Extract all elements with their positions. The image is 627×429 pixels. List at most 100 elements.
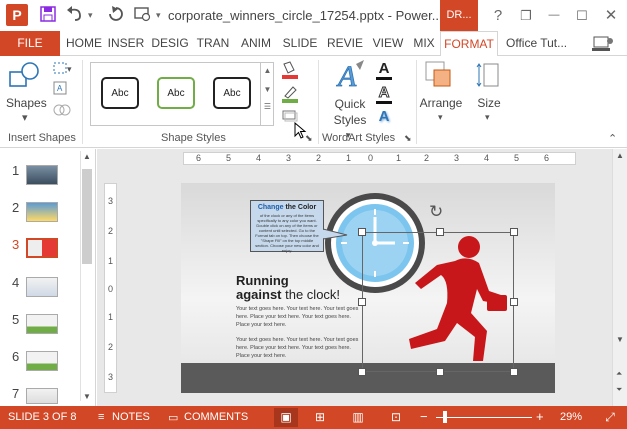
minimize-button[interactable]: — bbox=[540, 0, 568, 31]
ribbon-display-button[interactable]: ❐ bbox=[512, 0, 540, 31]
shape-style-3[interactable]: Abc bbox=[213, 77, 251, 109]
slide-thumbnail-4[interactable] bbox=[26, 277, 58, 297]
scroll-up-icon[interactable]: ▲ bbox=[616, 151, 624, 160]
tab-transitions[interactable]: TRAN bbox=[194, 31, 232, 56]
gallery-more-icon[interactable]: ☰ bbox=[261, 102, 274, 111]
shapes-button[interactable]: Shapes bbox=[6, 96, 47, 110]
edit-shape-icon[interactable]: ▾ bbox=[52, 60, 74, 79]
tab-office-tutorials[interactable]: Office Tut... bbox=[506, 31, 567, 56]
redo-icon[interactable] bbox=[108, 6, 124, 24]
thumbnail-scroll-thumb[interactable] bbox=[82, 169, 92, 264]
size-icon[interactable] bbox=[476, 60, 504, 93]
slide-thumbnail-7[interactable] bbox=[26, 388, 58, 404]
ruler-tick: 6 bbox=[196, 153, 202, 163]
tab-file[interactable]: FILE bbox=[0, 31, 60, 56]
shape-style-1[interactable]: Abc bbox=[101, 77, 139, 109]
text-outline-button[interactable]: A bbox=[372, 85, 396, 104]
shape-outline-icon[interactable] bbox=[280, 84, 302, 107]
quick-styles-button[interactable]: Quick Styles bbox=[328, 96, 372, 128]
callout-body: of the clock or any of the items specifi… bbox=[255, 213, 319, 253]
comments-icon[interactable]: ▭ bbox=[168, 411, 178, 424]
next-slide-icon[interactable]: ⏷ bbox=[616, 385, 622, 395]
quick-styles-icon[interactable]: A bbox=[334, 58, 368, 95]
resize-handle-right[interactable] bbox=[510, 298, 518, 306]
tab-design[interactable]: DESIG bbox=[150, 31, 190, 56]
status-bar: SLIDE 3 OF 8 ≡ NOTES ▭ COMMENTS ▣ ⊞ ▥ ⊡ … bbox=[0, 406, 627, 429]
rotate-handle-icon[interactable]: ↻ bbox=[429, 202, 443, 222]
zoom-slider-knob[interactable] bbox=[443, 411, 447, 423]
comments-button[interactable]: COMMENTS bbox=[184, 411, 248, 423]
slide-thumbnail-6[interactable] bbox=[26, 351, 58, 371]
account-icon[interactable] bbox=[592, 35, 614, 56]
help-button[interactable]: ? bbox=[484, 0, 512, 31]
gallery-up-icon[interactable]: ▲ bbox=[261, 66, 274, 75]
size-button[interactable]: Size bbox=[474, 96, 504, 110]
collapse-ribbon-icon[interactable]: ⌃ bbox=[608, 132, 617, 145]
pane-scroll-down-icon[interactable]: ▼ bbox=[83, 392, 91, 401]
slide-thumbnail-3[interactable] bbox=[26, 238, 58, 258]
slide-thumbnail-1[interactable] bbox=[26, 165, 58, 185]
arrange-button[interactable]: Arrange bbox=[418, 96, 464, 110]
text-effects-button[interactable]: A bbox=[372, 109, 396, 124]
slide-thumbnail-2[interactable] bbox=[26, 202, 58, 222]
shapes-gallery-icon[interactable] bbox=[8, 60, 42, 97]
editor-vertical-scrollbar[interactable]: ▲ ▼ ⏶ ⏷ bbox=[612, 149, 627, 406]
resize-handle-top-right[interactable] bbox=[510, 228, 518, 236]
notes-icon[interactable]: ≡ bbox=[98, 411, 104, 423]
zoom-slider[interactable] bbox=[436, 417, 532, 418]
zoom-level[interactable]: 29% bbox=[560, 411, 582, 423]
qat-customize-icon[interactable]: ▾ bbox=[156, 6, 161, 24]
resize-handle-top-left[interactable] bbox=[358, 228, 366, 236]
tab-home[interactable]: HOME bbox=[64, 31, 104, 56]
slideshow-view-icon[interactable]: ⊡ bbox=[384, 408, 408, 427]
maximize-button[interactable]: ☐ bbox=[568, 0, 596, 31]
tab-review[interactable]: REVIE bbox=[324, 31, 366, 56]
tab-slideshow[interactable]: SLIDE bbox=[280, 31, 320, 56]
shapes-dropdown-icon[interactable]: ▾ bbox=[22, 111, 28, 124]
arrange-icon[interactable] bbox=[424, 60, 454, 93]
tab-mix[interactable]: MIX bbox=[410, 31, 438, 56]
arrange-dropdown-icon[interactable]: ▾ bbox=[438, 112, 443, 123]
merge-shapes-icon[interactable] bbox=[52, 102, 74, 121]
slide-heading[interactable]: Running against the clock! bbox=[236, 274, 340, 302]
previous-slide-icon[interactable]: ⏶ bbox=[616, 369, 622, 379]
slide-thumbnail-5[interactable] bbox=[26, 314, 58, 334]
drawing-tools-context-tab: DR... bbox=[440, 0, 478, 31]
slide-counter: SLIDE 3 OF 8 bbox=[8, 411, 77, 423]
gallery-down-icon[interactable]: ▼ bbox=[261, 85, 274, 94]
tab-animations[interactable]: ANIM bbox=[236, 31, 276, 56]
slide-body-text[interactable]: Your text goes here. Your text here. You… bbox=[236, 305, 364, 360]
undo-dropdown-icon[interactable]: ▾ bbox=[88, 6, 93, 24]
scroll-down-icon[interactable]: ▼ bbox=[616, 335, 624, 344]
notes-button[interactable]: NOTES bbox=[112, 411, 150, 423]
shape-style-2[interactable]: Abc bbox=[157, 77, 195, 109]
present-from-start-icon[interactable] bbox=[134, 6, 152, 24]
fit-slide-to-window-icon[interactable]: ⤢ bbox=[598, 408, 622, 427]
zoom-out-button[interactable]: − bbox=[420, 409, 428, 424]
resize-handle-bottom[interactable] bbox=[436, 368, 444, 376]
size-dropdown-icon[interactable]: ▾ bbox=[485, 112, 490, 123]
shape-fill-icon[interactable] bbox=[280, 60, 302, 83]
shape-styles-launcher-icon[interactable]: ⬊ bbox=[305, 133, 313, 144]
normal-view-icon[interactable]: ▣ bbox=[274, 408, 298, 427]
tab-view[interactable]: VIEW bbox=[370, 31, 406, 56]
gallery-scroll[interactable]: ▲ ▼ ☰ bbox=[260, 62, 274, 126]
selection-frame[interactable] bbox=[362, 232, 514, 372]
close-button[interactable]: ✕ bbox=[597, 0, 625, 31]
slide-sorter-view-icon[interactable]: ⊞ bbox=[308, 408, 332, 427]
text-box-icon[interactable]: A bbox=[52, 80, 74, 99]
resize-handle-left[interactable] bbox=[358, 298, 366, 306]
change-color-callout[interactable]: Change the Color of the clock or any of … bbox=[250, 200, 324, 253]
pane-scroll-up-icon[interactable]: ▲ bbox=[83, 152, 91, 161]
reading-view-icon[interactable]: ▥ bbox=[346, 408, 370, 427]
undo-icon[interactable] bbox=[66, 6, 84, 24]
resize-handle-bottom-right[interactable] bbox=[510, 368, 518, 376]
resize-handle-top[interactable] bbox=[436, 228, 444, 236]
save-icon[interactable] bbox=[40, 6, 56, 24]
tab-format[interactable]: FORMAT bbox=[440, 31, 498, 57]
resize-handle-bottom-left[interactable] bbox=[358, 368, 366, 376]
zoom-in-button[interactable]: + bbox=[536, 409, 544, 424]
tab-insert[interactable]: INSER bbox=[106, 31, 146, 56]
text-fill-button[interactable]: A bbox=[372, 61, 396, 80]
wordart-launcher-icon[interactable]: ⬊ bbox=[404, 133, 412, 144]
